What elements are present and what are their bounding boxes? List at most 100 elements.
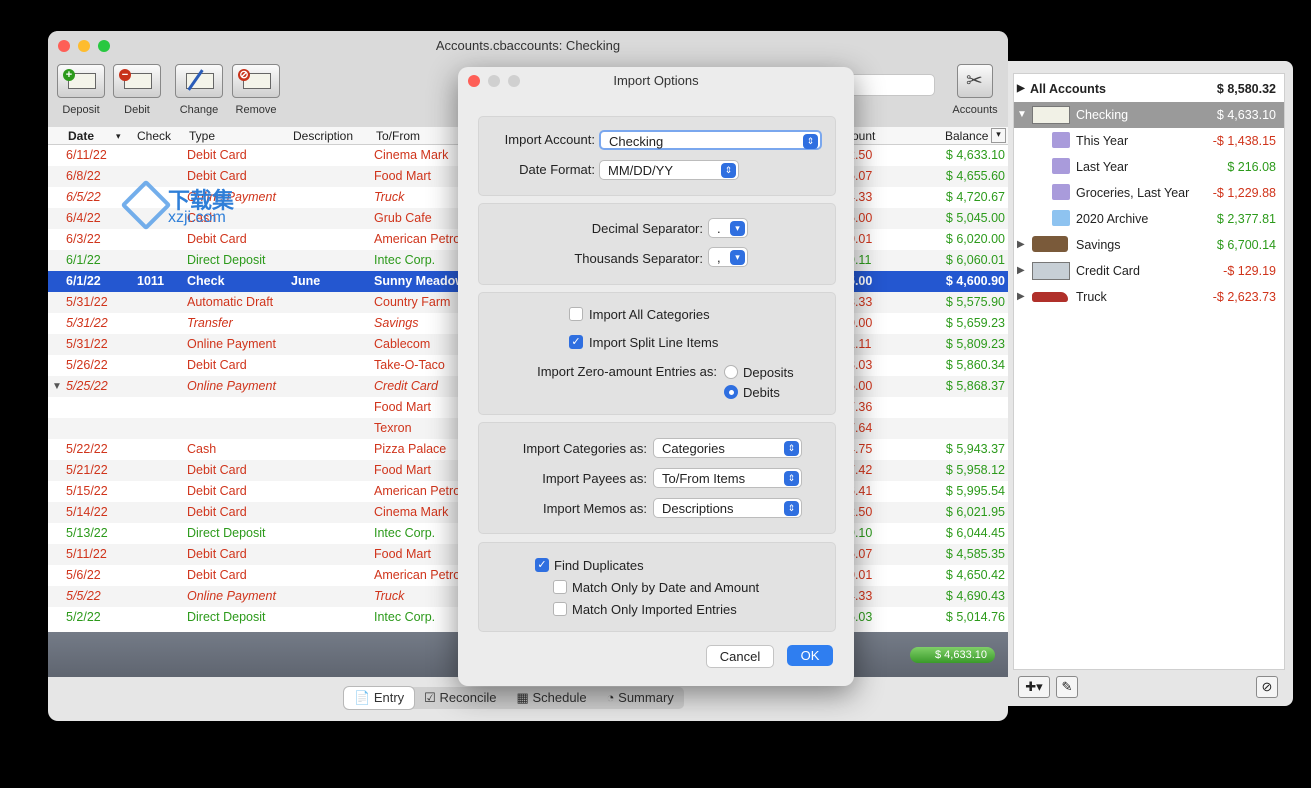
- debits-radio[interactable]: [724, 385, 738, 399]
- match-date-amount-checkbox[interactable]: [553, 580, 567, 594]
- disclosure-triangle-icon[interactable]: ▶: [1017, 265, 1025, 276]
- smart-folder-icon: [1052, 132, 1070, 148]
- import-categories-select[interactable]: Categories ⇕: [653, 438, 802, 458]
- import-account-label: Import Account:: [504, 132, 595, 147]
- tab-summary[interactable]: ◔ Summary: [597, 687, 684, 709]
- type-cell: Transfer: [187, 316, 233, 330]
- sidebar-item[interactable]: Groceries, Last Year -$ 1,229.88: [1014, 180, 1284, 206]
- disclosure-triangle-icon[interactable]: ▶: [1017, 239, 1025, 250]
- sidebar-item[interactable]: ▼ Checking $ 4,633.10: [1014, 102, 1284, 128]
- tofrom-cell: Credit Card: [374, 379, 438, 393]
- add-account-button[interactable]: ✚▾: [1018, 676, 1050, 698]
- split-disclosure-icon[interactable]: ▼: [52, 381, 62, 392]
- search-field[interactable]: [843, 74, 935, 96]
- tofrom-cell: Intec Corp.: [374, 526, 436, 540]
- date-cell: 6/1/22: [66, 253, 101, 267]
- sidebar-item-label: Truck: [1076, 290, 1107, 304]
- tofrom-cell: Sunny Meadow: [374, 274, 458, 288]
- import-account-select[interactable]: Checking ⇕: [599, 130, 822, 150]
- sidebar-item-label: 2020 Archive: [1076, 212, 1149, 226]
- tab-entry[interactable]: 📄 Entry: [344, 687, 415, 709]
- date-cell: 5/31/22: [66, 316, 108, 330]
- sidebar-item[interactable]: This Year -$ 1,438.15: [1014, 128, 1284, 154]
- accounts-button[interactable]: ✂ Accounts: [948, 64, 1002, 116]
- all-accounts-row[interactable]: ▶ All Accounts $ 8,580.32: [1014, 76, 1284, 102]
- debits-label: Debits: [743, 385, 780, 400]
- watermark: 下载集 xzji.com: [120, 179, 268, 233]
- balance-cell: $ 5,659.23: [945, 316, 1005, 330]
- sidebar-item[interactable]: ▶ Credit Card -$ 129.19: [1014, 258, 1284, 284]
- watermark-logo-icon: [120, 179, 172, 231]
- updown-icon: ⇕: [784, 441, 799, 456]
- date-format-select[interactable]: MM/DD/YY ⇕: [599, 160, 739, 180]
- deposits-radio[interactable]: [724, 365, 738, 379]
- col-check[interactable]: Check: [137, 129, 171, 143]
- sidebar-item[interactable]: ▶ Savings $ 6,700.14: [1014, 232, 1284, 258]
- entry-icon: 📄: [354, 690, 371, 705]
- deposit-button[interactable]: + Deposit: [56, 64, 106, 116]
- mapping-group: Import Categories as: Categories ⇕ Import…: [478, 422, 836, 534]
- sidebar-item-value: -$ 129.19: [1223, 264, 1276, 278]
- sidebar-item-label: Groceries, Last Year: [1076, 186, 1190, 200]
- import-payees-select[interactable]: To/From Items ⇕: [653, 468, 802, 488]
- tofrom-cell: Country Farm: [374, 295, 451, 309]
- disclosure-triangle-icon[interactable]: ▼: [1017, 109, 1027, 120]
- thousands-separator-select[interactable]: , ▾: [708, 247, 748, 267]
- remove-button[interactable]: ⊘ Remove: [231, 64, 281, 116]
- tab-reconcile[interactable]: ☑ Reconcile: [414, 687, 506, 709]
- col-date[interactable]: Date: [68, 129, 94, 143]
- tab-schedule[interactable]: ▦ Schedule: [507, 687, 597, 709]
- ok-button[interactable]: OK: [787, 645, 833, 666]
- disclosure-triangle-icon[interactable]: ▶: [1017, 291, 1025, 302]
- debit-button[interactable]: − Debit: [112, 64, 162, 116]
- date-cell: 5/21/22: [66, 463, 108, 477]
- balance-cell: $ 6,020.00: [945, 232, 1005, 246]
- sidebar-item[interactable]: ▶ Truck -$ 2,623.73: [1014, 284, 1284, 310]
- col-type[interactable]: Type: [189, 129, 215, 143]
- hide-panel-button[interactable]: ⊘: [1256, 676, 1278, 698]
- sidebar-item-label: Savings: [1076, 238, 1121, 252]
- col-description[interactable]: Description: [293, 129, 353, 143]
- column-options-icon[interactable]: ▾: [991, 128, 1006, 143]
- date-cell: 5/11/22: [66, 547, 107, 561]
- tofrom-cell: Food Mart: [374, 463, 431, 477]
- all-accounts-label: All Accounts: [1030, 82, 1106, 96]
- match-imported-checkbox[interactable]: [553, 602, 567, 616]
- import-split-items-checkbox[interactable]: ✓: [569, 335, 583, 349]
- col-balance[interactable]: Balance: [945, 129, 988, 143]
- pencil-icon: ✎: [1061, 679, 1073, 694]
- import-options-dialog: Import Options Import Account: Checking ⇕…: [458, 67, 854, 686]
- sidebar-item-label: Checking: [1076, 108, 1129, 122]
- col-amount[interactable]: ount: [852, 129, 875, 143]
- find-duplicates-checkbox[interactable]: ✓: [535, 558, 549, 572]
- import-categories-label: Import Categories as:: [522, 441, 647, 456]
- pie-icon: ◔: [606, 690, 615, 705]
- date-cell: 5/22/22: [66, 442, 108, 456]
- change-button[interactable]: Change: [174, 64, 224, 116]
- col-tofrom[interactable]: To/From: [376, 129, 420, 143]
- import-memos-label: Import Memos as:: [542, 501, 647, 516]
- edit-account-button[interactable]: ✎: [1056, 676, 1078, 698]
- import-all-categories-checkbox[interactable]: [569, 307, 583, 321]
- view-segmented-control: 📄 Entry ☑ Reconcile ▦ Schedule ◔ Summary: [344, 687, 684, 709]
- date-cell: 6/4/22: [66, 211, 101, 225]
- date-cell: 5/2/22: [66, 610, 101, 624]
- balance-cell: $ 4,585.35: [945, 547, 1005, 561]
- chevron-down-icon: ▾: [730, 221, 745, 236]
- sidebar-item[interactable]: Last Year $ 216.08: [1014, 154, 1284, 180]
- title-bar: Accounts.cbaccounts: Checking: [48, 31, 1008, 59]
- cancel-button[interactable]: Cancel: [706, 645, 774, 668]
- sidebar-item[interactable]: 2020 Archive $ 2,377.81: [1014, 206, 1284, 232]
- import-memos-select[interactable]: Descriptions ⇕: [653, 498, 802, 518]
- type-cell: Automatic Draft: [187, 295, 274, 309]
- truck-icon: [1032, 292, 1068, 302]
- date-cell: 6/5/22: [66, 190, 101, 204]
- type-cell: Direct Deposit: [187, 526, 266, 540]
- updown-icon: ⇕: [784, 471, 799, 486]
- plus-icon: +: [63, 69, 75, 81]
- type-cell: Cash: [187, 442, 217, 456]
- decimal-separator-select[interactable]: . ▾: [708, 218, 748, 238]
- sidebar-item-label: This Year: [1076, 134, 1129, 148]
- type-cell: Debit Card: [187, 463, 247, 477]
- type-cell: Debit Card: [187, 169, 247, 183]
